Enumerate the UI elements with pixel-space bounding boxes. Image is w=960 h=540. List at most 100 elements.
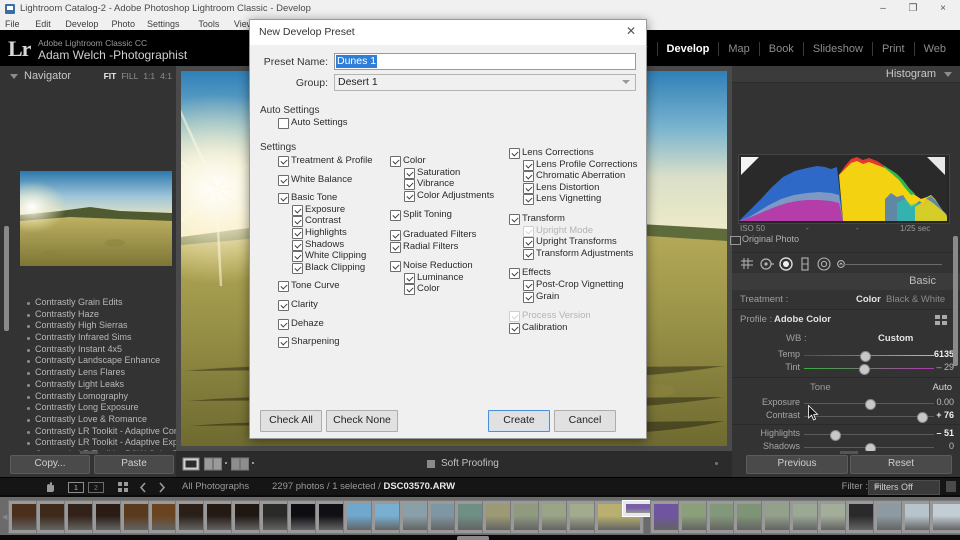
wb-value[interactable]: Custom xyxy=(878,333,913,344)
check-icon xyxy=(406,192,414,200)
navigator-zoom-levels[interactable]: FIT FILL 1:1 4:1 xyxy=(99,71,172,81)
check-icon xyxy=(392,211,400,219)
slider-exposure[interactable]: Exposure 0.00 xyxy=(732,397,960,410)
auto-tone-button[interactable]: Auto xyxy=(932,382,952,393)
menu-item-tools[interactable]: Tools xyxy=(198,19,219,29)
source-label[interactable]: All Photographs xyxy=(182,481,249,492)
preset-bullet-icon xyxy=(27,348,30,352)
create-button[interactable]: Create xyxy=(488,410,550,432)
module-map[interactable]: Map xyxy=(719,42,760,56)
slider-value: 0.00 xyxy=(936,397,954,407)
copy-button[interactable]: Copy... xyxy=(10,455,90,474)
module-develop[interactable]: Develop xyxy=(658,42,720,56)
menu-item-photo[interactable]: Photo xyxy=(112,19,136,29)
module-book[interactable]: Book xyxy=(760,42,804,56)
dialog-close-icon[interactable]: ✕ xyxy=(622,24,640,40)
chevron-down-icon[interactable] xyxy=(944,72,952,77)
paste-button[interactable]: Paste xyxy=(94,455,174,474)
checkbox-label: Contrast xyxy=(305,215,341,227)
menu-item-file[interactable]: File xyxy=(5,19,20,29)
treatment-bw-option[interactable]: Black & White xyxy=(886,294,945,305)
check-icon xyxy=(525,238,533,246)
menu-item-settings[interactable]: Settings xyxy=(147,19,180,29)
slider-highlights[interactable]: Highlights – 51 xyxy=(732,428,960,441)
preset-bullet-icon xyxy=(27,395,30,399)
slider-temp[interactable]: Temp 6135 xyxy=(732,349,960,362)
close-button[interactable]: × xyxy=(928,0,958,18)
check-icon xyxy=(525,281,533,289)
menu-item-edit[interactable]: Edit xyxy=(35,19,51,29)
checkbox-box xyxy=(390,210,401,222)
cancel-button[interactable]: Cancel xyxy=(554,410,616,432)
graduated-filter-tool-icon xyxy=(801,257,809,271)
navigator-zoom-4-1[interactable]: 4:1 xyxy=(160,71,172,81)
profile-label: Profile : xyxy=(740,314,773,325)
right-panel-resize-handle[interactable] xyxy=(840,451,858,454)
check-icon xyxy=(511,312,519,320)
basic-panel-title: Basic xyxy=(909,275,936,287)
navigator-zoom-1-1[interactable]: 1:1 xyxy=(143,71,155,81)
preset-bullet-icon xyxy=(27,360,30,364)
panel-resize-handle[interactable] xyxy=(80,451,98,454)
check-icon xyxy=(511,215,519,223)
checkbox-label: Black Clipping xyxy=(305,261,366,273)
minimize-button[interactable]: – xyxy=(868,0,898,18)
module-web[interactable]: Web xyxy=(915,42,954,56)
soft-proofing-checkbox[interactable] xyxy=(427,460,435,468)
checkbox-label: Color xyxy=(403,155,426,166)
profile-value[interactable]: Adobe Color xyxy=(774,314,831,325)
check-icon xyxy=(511,324,519,332)
filmstrip-scrollbar[interactable] xyxy=(457,536,489,540)
preset-label: Contrastly Instant 4x5 xyxy=(35,343,123,354)
filter-dropdown[interactable]: Filters Off xyxy=(868,480,940,495)
checkbox-label: White Clipping xyxy=(305,250,367,262)
checkbox-label: Lens Distortion xyxy=(536,181,600,193)
toolbar-options-dot[interactable] xyxy=(715,462,718,465)
checkbox-box xyxy=(278,193,289,205)
slider-track[interactable] xyxy=(804,416,934,417)
soft-proofing-toggle[interactable]: Soft Proofing xyxy=(427,458,499,469)
filmstrip-thumbnail[interactable] xyxy=(928,500,960,534)
navigator-thumbnail[interactable] xyxy=(20,171,172,266)
treatment-color-option[interactable]: Color xyxy=(856,294,881,305)
wb-label: WB : xyxy=(786,333,807,344)
checkbox-box xyxy=(509,322,520,334)
slider-track[interactable] xyxy=(804,434,934,435)
maximize-button[interactable]: ❐ xyxy=(898,0,928,18)
check-icon xyxy=(280,282,288,290)
preset-name-input[interactable]: Dunes 1 xyxy=(334,53,636,70)
module-print[interactable]: Print xyxy=(873,42,915,56)
navigator-disclosure-icon[interactable] xyxy=(10,74,18,79)
slider-knob[interactable] xyxy=(858,364,870,375)
tool-strip-slider-track[interactable] xyxy=(838,264,942,265)
filmstrip-scroll-left-icon[interactable]: ◀ xyxy=(2,513,7,521)
previous-button[interactable]: Previous xyxy=(746,455,848,474)
slider-knob[interactable] xyxy=(865,399,876,410)
slider-contrast[interactable]: Contrast + 76 xyxy=(732,410,960,423)
slider-knob[interactable] xyxy=(859,351,871,362)
group-dropdown[interactable]: Desert 1 xyxy=(334,74,636,91)
slider-value: 0 xyxy=(948,441,954,451)
module-slideshow[interactable]: Slideshow xyxy=(804,42,873,56)
original-photo-toggle[interactable]: Original Photo xyxy=(730,234,799,245)
basic-panel-header[interactable]: Basic xyxy=(732,273,960,290)
filter-lock-icon[interactable] xyxy=(946,481,956,492)
menu-item-develop[interactable]: Develop xyxy=(65,19,98,29)
slider-knob[interactable] xyxy=(829,430,841,441)
navigator-zoom-fill[interactable]: FILL xyxy=(121,71,138,81)
slider-tint[interactable]: Tint – 29 xyxy=(732,362,960,375)
checkbox-box xyxy=(278,300,289,311)
histogram-header[interactable]: Histogram xyxy=(732,66,960,83)
navigator-header[interactable]: Navigator FIT FILL 1:1 4:1 xyxy=(0,70,176,84)
right-panel-scrollbar[interactable] xyxy=(953,236,958,366)
soft-proofing-label: Soft Proofing xyxy=(441,458,499,469)
navigator-zoom-fit[interactable]: FIT xyxy=(104,71,117,81)
check-all-button[interactable]: Check All xyxy=(260,410,322,432)
histogram-graph[interactable] xyxy=(738,154,950,224)
checkbox-box xyxy=(523,291,534,303)
slider-value: – 29 xyxy=(936,362,954,372)
reset-button[interactable]: Reset xyxy=(850,455,952,474)
new-develop-preset-dialog: New Develop Preset ✕ Preset Name: Dunes … xyxy=(249,19,819,439)
check-none-button[interactable]: Check None xyxy=(326,410,398,432)
view-toolbar: Soft Proofing xyxy=(176,451,732,477)
